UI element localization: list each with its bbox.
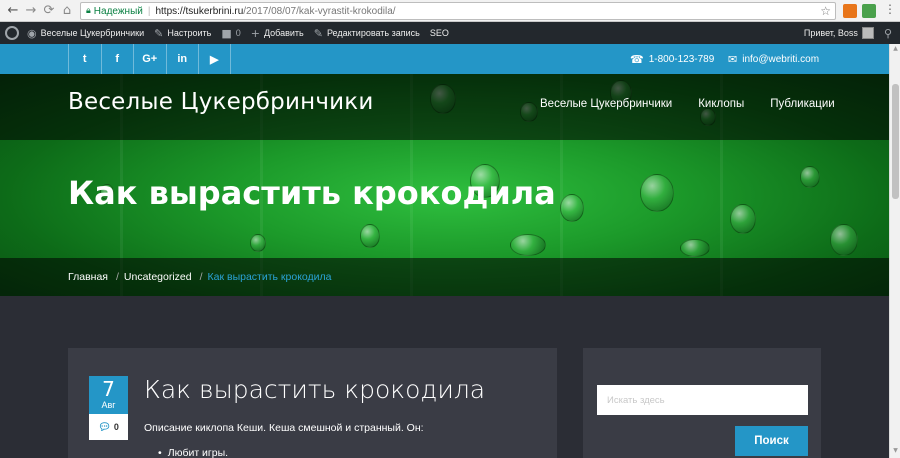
breadcrumb-separator: / <box>115 271 119 283</box>
admin-add-new-label: Добавить <box>263 28 304 38</box>
browser-menu-icon[interactable]: ⋮ <box>884 2 896 16</box>
nav-item-posts[interactable]: Публикации <box>770 98 834 110</box>
breadcrumb-current: Как вырастить крокодила <box>207 271 332 283</box>
page-title: Как вырастить крокодила <box>68 174 556 212</box>
admin-greeting[interactable]: Привет, Boss <box>804 28 858 38</box>
breadcrumb-category[interactable]: Uncategorized <box>124 271 192 283</box>
water-drop <box>640 174 674 212</box>
sidebar-search-widget: Поиск <box>583 348 821 458</box>
admin-edit-post[interactable]: ✎ Редактировать запись <box>314 27 420 40</box>
admin-customize[interactable]: ✎ Настроить <box>154 27 211 40</box>
top-contact-bar: t f G+ in ▶ ☎ 1-800-123-789 ✉ info@webri… <box>0 44 900 74</box>
post-month: Авг <box>101 400 116 410</box>
water-drop <box>830 224 858 256</box>
plus-icon: + <box>250 26 260 40</box>
post-comments-count: 0 <box>113 422 119 432</box>
envelope-icon: ✉ <box>728 52 738 66</box>
scroll-thumb[interactable] <box>892 84 899 199</box>
phone-number: 1-800-123-789 <box>648 53 715 65</box>
water-drop <box>250 234 266 252</box>
pencil-icon: ✎ <box>313 26 323 40</box>
comment-icon: ■ <box>221 26 232 40</box>
linkedin-icon[interactable]: in <box>165 44 199 74</box>
facebook-icon[interactable]: f <box>100 44 134 74</box>
google-plus-icon[interactable]: G+ <box>133 44 166 74</box>
address-separator: | <box>147 5 151 17</box>
wp-admin-bar: ◉ Веселые Цукербринчики ✎ Настроить ■ 0 … <box>0 22 900 44</box>
post-date-badge: 7 Авг 💬︎ 0 <box>89 376 128 440</box>
brush-icon: ✎ <box>154 26 164 40</box>
twitter-icon[interactable]: t <box>68 44 101 74</box>
post-comments-link[interactable]: 💬︎ 0 <box>89 414 128 440</box>
site-header: Веселые Цукербринчики Веселые Цукербринч… <box>0 74 900 140</box>
post-title[interactable]: Как вырастить крокодила <box>144 375 485 404</box>
water-drop <box>510 234 546 256</box>
water-drop <box>360 224 380 248</box>
social-links: t f G+ in ▶ <box>68 44 231 74</box>
secure-label: Надежный <box>93 5 143 17</box>
browser-toolbar: ← → ⟳ ⌂ 🔒︎ Надежный | https://tsukerbrin… <box>0 0 900 22</box>
admin-search-icon[interactable]: ⚲ <box>884 27 892 40</box>
forward-arrow-icon[interactable]: → <box>22 2 40 20</box>
site-title[interactable]: Веселые Цукербринчики <box>68 89 374 115</box>
post-date: 7 Авг <box>89 376 128 414</box>
extension-icon[interactable] <box>862 4 876 18</box>
email-address: info@webriti.com <box>742 53 820 65</box>
lock-icon: 🔒︎ <box>86 6 91 16</box>
page-scrollbar[interactable]: ▲ ▼ <box>889 44 900 458</box>
wordpress-logo-icon[interactable] <box>5 26 19 40</box>
admin-customize-label: Настроить <box>167 28 212 38</box>
admin-comments[interactable]: ■ 0 <box>221 27 240 40</box>
comment-bubble-icon: 💬︎ <box>98 421 111 433</box>
admin-user-area: Привет, Boss ⚲ <box>804 22 900 44</box>
extension-icon[interactable] <box>843 4 857 18</box>
address-bar[interactable]: 🔒︎ Надежный | https://tsukerbrini.ru /20… <box>80 2 836 20</box>
nav-item-home[interactable]: Веселые Цукербринчики <box>540 98 672 110</box>
reload-icon[interactable]: ⟳ <box>40 2 58 20</box>
hero-banner: Веселые Цукербринчики Веселые Цукербринч… <box>0 74 900 296</box>
water-drop <box>560 194 584 222</box>
admin-seo-label: SEO <box>429 28 449 38</box>
main-navigation: Веселые Цукербринчики Киклопы Публикации <box>514 98 835 110</box>
post-excerpt: Описание киклопа Кеши. Кеша смешной и ст… <box>144 422 424 434</box>
nav-item-cyclops[interactable]: Киклопы <box>698 98 744 110</box>
admin-edit-post-label: Редактировать запись <box>326 28 420 38</box>
search-button[interactable]: Поиск <box>735 426 808 456</box>
scroll-down-icon[interactable]: ▼ <box>890 447 900 457</box>
url-path: /2017/08/07/kak-vyrastit-krokodila/ <box>243 5 396 17</box>
breadcrumb: Главная / Uncategorized / Как вырастить … <box>68 271 331 283</box>
list-item: • Любит игры. <box>158 447 228 458</box>
admin-add-new[interactable]: + Добавить <box>251 27 304 40</box>
admin-seo[interactable]: SEO <box>430 28 449 38</box>
home-icon[interactable]: ⌂ <box>58 2 76 20</box>
list-item-text: Любит игры. <box>167 447 229 458</box>
search-input[interactable] <box>597 385 808 415</box>
bookmark-star-icon[interactable]: ☆ <box>820 4 831 18</box>
scroll-up-icon[interactable]: ▲ <box>890 45 900 55</box>
admin-comments-count: 0 <box>235 28 241 38</box>
youtube-icon[interactable]: ▶ <box>198 44 231 74</box>
water-drop <box>680 239 710 257</box>
breadcrumb-home[interactable]: Главная <box>68 271 108 283</box>
post-card: 7 Авг 💬︎ 0 Как вырастить крокодила Описа… <box>68 348 557 458</box>
post-day: 7 <box>102 377 115 401</box>
admin-site-name[interactable]: ◉ Веселые Цукербринчики <box>27 27 144 40</box>
back-arrow-icon[interactable]: ← <box>4 2 22 20</box>
contact-phone[interactable]: ☎ 1-800-123-789 <box>630 44 714 74</box>
phone-icon: ☎ <box>630 52 644 66</box>
avatar[interactable] <box>861 27 874 39</box>
breadcrumb-separator: / <box>199 271 203 283</box>
admin-site-name-label: Веселые Цукербринчики <box>40 28 145 38</box>
breadcrumb-bar: Главная / Uncategorized / Как вырастить … <box>0 258 900 296</box>
water-drop <box>800 166 820 188</box>
water-drop <box>730 204 756 234</box>
contact-email[interactable]: ✉ info@webriti.com <box>728 44 819 74</box>
url-host: https://tsukerbrini.ru <box>155 5 244 17</box>
dashboard-icon: ◉ <box>27 26 37 40</box>
list-bullet: • <box>158 447 162 458</box>
